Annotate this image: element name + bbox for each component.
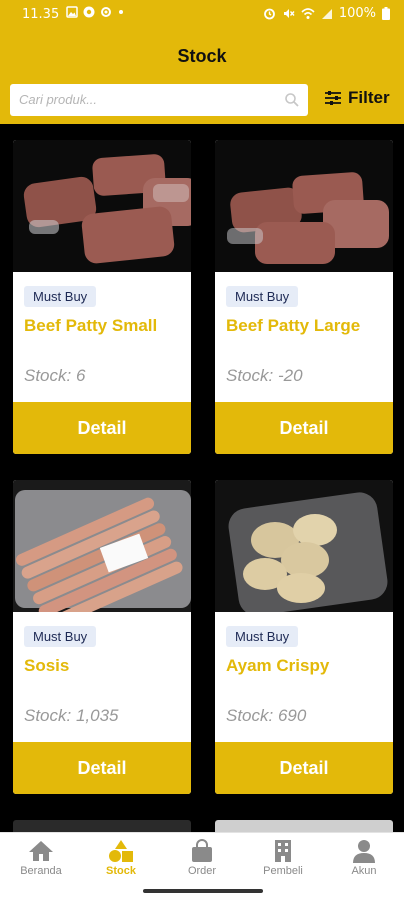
nav-stock[interactable]: Stock	[81, 839, 161, 877]
must-buy-badge: Must Buy	[226, 286, 299, 307]
battery-icon	[382, 7, 390, 20]
product-stock: Stock: 1,035	[24, 706, 119, 725]
alarm-icon	[263, 8, 275, 20]
app-header: Stock Filter	[0, 30, 404, 124]
product-stock: Stock: 690	[226, 706, 307, 725]
product-info: Must Buy Sosis Stock: 1,035	[13, 612, 191, 742]
wifi-icon	[301, 8, 315, 19]
home-indicator[interactable]	[143, 889, 263, 893]
product-name: Beef Patty Small	[24, 316, 158, 335]
product-image-sausage	[13, 480, 191, 612]
detail-button[interactable]: Detail	[215, 742, 393, 794]
status-icons-left	[66, 6, 125, 18]
must-buy-badge: Must Buy	[24, 286, 97, 307]
gallery-icon	[66, 6, 78, 18]
bag-icon	[192, 839, 212, 862]
signal-icon	[321, 8, 332, 19]
nav-label: Beranda	[20, 865, 62, 877]
status-icons-right: 100%	[263, 6, 390, 21]
building-icon	[275, 840, 291, 862]
product-card[interactable]: Must Buy Beef Patty Small Stock: 6 Detai…	[13, 140, 191, 454]
product-stock: Stock: -20	[226, 366, 303, 385]
product-info: Must Buy Ayam Crispy Stock: 690	[215, 612, 393, 742]
product-name: Sosis	[24, 656, 70, 675]
shapes-icon	[109, 840, 133, 862]
product-image-beef-patty	[13, 140, 191, 272]
detail-button[interactable]: Detail	[13, 402, 191, 454]
product-image-chicken	[215, 480, 393, 612]
filter-icon	[325, 91, 341, 105]
must-buy-badge: Must Buy	[226, 626, 299, 647]
nav-label: Order	[187, 865, 217, 877]
sync-icon	[101, 7, 111, 17]
status-bar: 11.35 100%	[0, 0, 404, 30]
product-card-partial[interactable]	[215, 820, 393, 832]
nav-label: Pembeli	[263, 865, 303, 877]
product-name: Ayam Crispy	[226, 656, 330, 675]
product-card[interactable]: Must Buy Ayam Crispy Stock: 690 Detail	[215, 480, 393, 794]
product-image-beef-patty	[215, 140, 393, 272]
nav-beranda[interactable]: Beranda	[1, 839, 81, 877]
product-info: Must Buy Beef Patty Large Stock: -20	[215, 272, 393, 402]
product-grid: Must Buy Beef Patty Small Stock: 6 Detai…	[0, 124, 404, 832]
person-icon	[353, 840, 375, 863]
dot-icon	[119, 10, 123, 14]
product-stock: Stock: 6	[24, 366, 86, 385]
product-card-partial[interactable]	[13, 820, 191, 832]
detail-button[interactable]: Detail	[13, 742, 191, 794]
nav-order[interactable]: Order	[162, 839, 242, 877]
nav-pembeli[interactable]: Pembeli	[243, 839, 323, 877]
product-info: Must Buy Beef Patty Small Stock: 6	[13, 272, 191, 402]
page-title: Stock	[177, 46, 227, 66]
product-name: Beef Patty Large	[226, 316, 361, 335]
nav-label: Akun	[351, 865, 377, 877]
home-icon	[29, 841, 53, 861]
must-buy-badge: Must Buy	[24, 626, 97, 647]
nav-akun[interactable]: Akun	[324, 839, 404, 877]
search-icon[interactable]	[284, 92, 300, 108]
status-time: 11.35	[22, 7, 60, 22]
battery-percent: 100%	[338, 6, 376, 21]
product-card[interactable]: Must Buy Sosis Stock: 1,035 Detail	[13, 480, 191, 794]
at-icon	[83, 6, 95, 18]
detail-button[interactable]: Detail	[215, 402, 393, 454]
mute-icon	[283, 9, 295, 18]
product-card[interactable]: Must Buy Beef Patty Large Stock: -20 Det…	[215, 140, 393, 454]
search-input[interactable]	[10, 84, 269, 114]
filter-button[interactable]: Filter	[324, 88, 390, 108]
nav-label: Stock	[106, 865, 136, 877]
search-box[interactable]	[10, 84, 308, 116]
filter-label: Filter	[348, 88, 390, 107]
